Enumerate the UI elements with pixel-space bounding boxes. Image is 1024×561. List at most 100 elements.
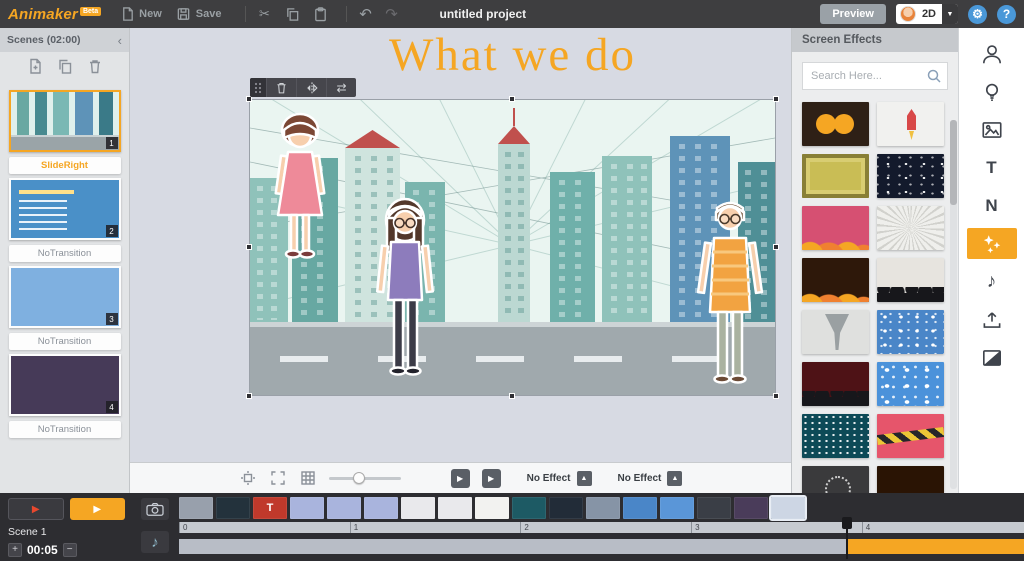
resize-handle-n[interactable] [509,96,515,102]
fullscreen-icon[interactable] [269,469,287,487]
camera-track-icon[interactable] [141,498,169,520]
duplicate-scene-icon[interactable] [57,58,73,80]
sidebar-item-ideas[interactable] [967,76,1017,107]
undo-icon[interactable]: ↶ [357,6,373,22]
sidebar-item-images[interactable] [967,114,1017,145]
paste-icon[interactable] [312,6,328,22]
resize-handle-s[interactable] [509,393,515,399]
resize-handle-e[interactable] [773,244,779,250]
transition-label[interactable]: SlideRight [9,157,121,174]
effect-thumb-old-film-frame[interactable] [802,154,869,198]
sidebar-item-transitions[interactable] [967,342,1017,373]
play-scene-button[interactable]: ▶ [8,498,64,520]
delete-item-icon[interactable] [266,78,296,97]
decrease-time-button[interactable]: − [63,543,77,557]
effects-scrollbar[interactable] [950,120,957,489]
new-button[interactable]: New [119,6,162,22]
effect-thumb-teal-dots[interactable] [802,414,869,458]
resize-handle-sw[interactable] [246,393,252,399]
timeline-thumb-3[interactable]: T [253,497,287,519]
timeline-thumb-17[interactable] [771,497,805,519]
transition-label[interactable]: NoTransition [9,421,121,438]
scene-thumb-2[interactable]: 2 [9,178,121,240]
timeline-thumb-11[interactable] [549,497,583,519]
project-title[interactable]: untitled project [439,7,526,21]
sidebar-item-characters[interactable] [967,38,1017,69]
sidebar-item-effects[interactable] [967,228,1017,259]
play-scene-preview-button[interactable]: ▶ [451,469,470,488]
caret-up-icon[interactable]: ▲ [667,471,682,486]
drag-grip-icon[interactable] [250,78,266,97]
playhead[interactable] [846,519,848,559]
scene-thumb-1[interactable]: 1 [9,90,121,152]
slide-canvas[interactable] [250,100,775,395]
delete-scene-icon[interactable] [87,58,103,80]
play-project-preview-button[interactable]: ▶ [482,469,501,488]
resize-handle-se[interactable] [773,393,779,399]
timeline-thumb-15[interactable] [697,497,731,519]
effect-thumb-crowd-light[interactable] [877,258,944,302]
music-track-icon[interactable]: ♪ [141,531,169,553]
effect-thumb-night-sky-stars[interactable] [877,154,944,198]
grid-icon[interactable] [299,469,317,487]
transition-label[interactable]: NoTransition [9,333,121,350]
effect-thumb-tornado[interactable] [802,310,869,354]
collapse-panel-icon[interactable]: ‹ [118,34,122,47]
help-icon[interactable]: ? [997,5,1016,24]
slide-title[interactable]: What we do [250,28,775,82]
effect-thumb-crowd-dark-red[interactable] [802,362,869,406]
save-button[interactable]: Save [176,6,222,22]
timeline-thumb-8[interactable] [438,497,472,519]
effect-thumb-dark-emblem[interactable] [802,466,869,493]
timeline-thumb-2[interactable] [216,497,250,519]
effect-thumb-snowflakes-blue[interactable] [877,362,944,406]
add-scene-icon[interactable] [27,58,43,80]
timeline-thumb-13[interactable] [623,497,657,519]
redo-icon[interactable]: ↷ [383,6,399,22]
search-icon[interactable] [926,68,942,89]
scrollbar-thumb[interactable] [950,120,957,205]
resize-handle-ne[interactable] [773,96,779,102]
effect-thumb-rocket[interactable] [877,102,944,146]
timeline-ruler[interactable]: 01234 [179,522,1024,533]
effect-thumb-dark-flames[interactable] [802,258,869,302]
scene-thumb-4[interactable]: 4 [9,354,121,416]
timeline-thumb-6[interactable] [364,497,398,519]
scene-thumb-3[interactable]: 3 [9,266,121,328]
copy-icon[interactable] [284,6,300,22]
enter-effect-dropdown[interactable]: No Effect ▲ [527,471,592,486]
sidebar-item-music[interactable]: ♪ [967,266,1017,297]
caret-up-icon[interactable]: ▲ [577,471,592,486]
transition-label[interactable]: NoTransition [9,245,121,262]
sidebar-item-numbers[interactable]: N [967,190,1017,221]
fit-to-screen-icon[interactable] [239,469,257,487]
flip-icon[interactable] [296,78,326,97]
effect-thumb-pink-flames[interactable] [802,206,869,250]
preview-button[interactable]: Preview [820,4,886,24]
timeline-thumb-12[interactable] [586,497,620,519]
sidebar-item-text[interactable]: T [967,152,1017,183]
timeline-thumb-7[interactable] [401,497,435,519]
timeline-thumb-5[interactable] [327,497,361,519]
canvas-area[interactable]: What we do ⇄ [130,28,791,493]
mode-dropdown[interactable]: 2D ▼ [896,4,958,24]
app-logo[interactable]: Animaker Beta [8,6,101,23]
timeline-thumb-1[interactable] [179,497,213,519]
music-track[interactable] [179,539,1024,554]
zoom-slider-knob[interactable] [353,472,365,484]
resize-handle-w[interactable] [246,244,252,250]
play-project-button[interactable]: ▶ [70,498,125,520]
timeline-thumb-16[interactable] [734,497,768,519]
increase-time-button[interactable]: + [8,543,22,557]
effect-thumb-burst-rays[interactable] [877,206,944,250]
swap-icon[interactable]: ⇄ [326,78,356,97]
zoom-slider[interactable] [329,477,401,480]
effect-thumb-bonfire[interactable] [877,466,944,493]
exit-effect-dropdown[interactable]: No Effect ▲ [618,471,683,486]
effect-thumb-hazard-tape[interactable] [877,414,944,458]
effect-thumb-spotlight-circles[interactable] [802,102,869,146]
effect-thumb-snowfall-blue[interactable] [877,310,944,354]
settings-gear-icon[interactable]: ⚙ [968,5,987,24]
timeline-thumb-9[interactable] [475,497,509,519]
timeline-thumb-10[interactable] [512,497,546,519]
